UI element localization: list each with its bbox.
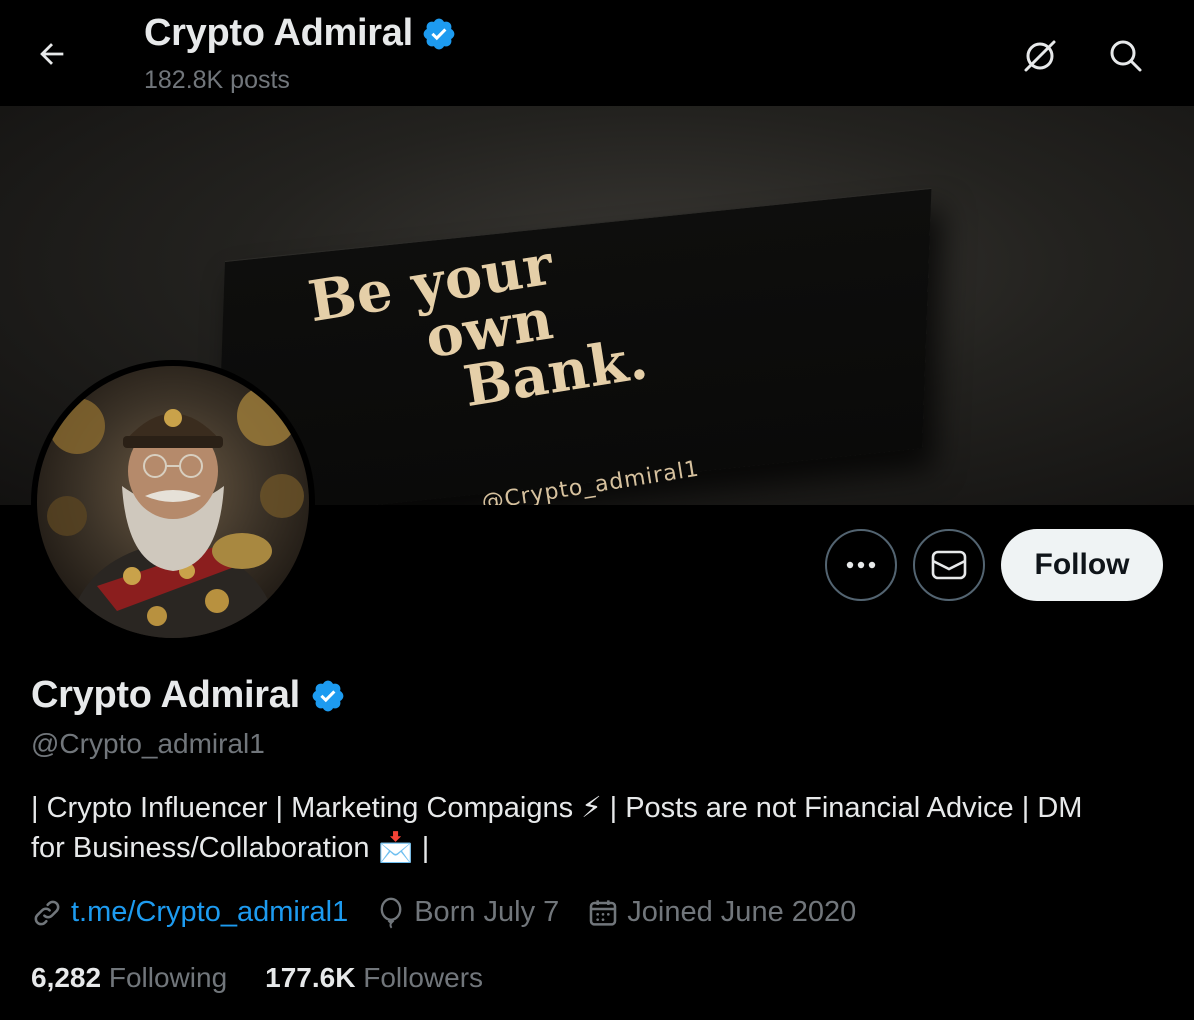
verified-badge-icon (423, 18, 455, 49)
profile-link[interactable]: t.me/Crypto_admiral1 (71, 896, 348, 929)
back-button[interactable] (28, 30, 76, 78)
profile-bio: | Crypto Influencer | Marketing Compaign… (31, 788, 1171, 868)
verified-badge-icon[interactable] (310, 678, 346, 714)
joined-item: Joined June 2020 (587, 896, 856, 929)
bio-line-1: | Crypto Influencer | Marketing Compaign… (31, 792, 1083, 824)
link-icon (34, 900, 60, 925)
followers-count: 177.6K (265, 962, 356, 993)
posts-count: 182.8K posts (144, 66, 290, 94)
followers-label: Followers (363, 962, 484, 993)
header-name: Crypto Admiral (144, 12, 413, 54)
followers-stat[interactable]: 177.6K Followers (265, 962, 483, 994)
message-icon (931, 550, 967, 580)
following-stat[interactable]: 6,282 Following (31, 962, 227, 994)
birthday-text: Born July 7 (414, 896, 560, 928)
joined-text: Joined June 2020 (627, 896, 857, 928)
admiral-portrait (47, 386, 304, 638)
profile-meta: t.me/Crypto_admiral1 Born July 7 Joined … (31, 896, 884, 929)
grok-button[interactable] (1014, 30, 1066, 82)
avatar-image (37, 366, 309, 638)
profile-link-item: t.me/Crypto_admiral1 (31, 896, 348, 929)
search-icon (1110, 40, 1142, 72)
follow-button[interactable]: Follow (1001, 529, 1163, 601)
following-label: Following (108, 962, 228, 993)
message-button[interactable] (913, 529, 985, 601)
profile-name-row: Crypto Admiral (31, 674, 346, 717)
profile-avatar[interactable] (31, 360, 315, 644)
profile-display-name: Crypto Admiral (31, 674, 300, 716)
profile-handle: @Crypto_admiral1 (31, 728, 265, 759)
balloon-icon (380, 897, 402, 928)
back-arrow-icon (40, 43, 64, 65)
more-options-button[interactable] (825, 529, 897, 601)
header-title: Crypto Admiral (144, 12, 457, 55)
calendar-icon (590, 899, 617, 926)
search-button[interactable] (1100, 30, 1152, 82)
more-icon (846, 561, 876, 569)
grok-icon (1024, 40, 1056, 72)
following-count: 6,282 (31, 962, 102, 993)
bio-line-2: for Business/Collaboration 📩 | (31, 832, 430, 864)
birthday-item: Born July 7 (376, 896, 559, 929)
profile-page: Crypto Admiral 182.8K posts Be your own (0, 0, 1194, 1020)
follow-stats: 6,282 Following 177.6K Followers (31, 962, 521, 994)
top-bar: Crypto Admiral 182.8K posts (0, 0, 1194, 106)
